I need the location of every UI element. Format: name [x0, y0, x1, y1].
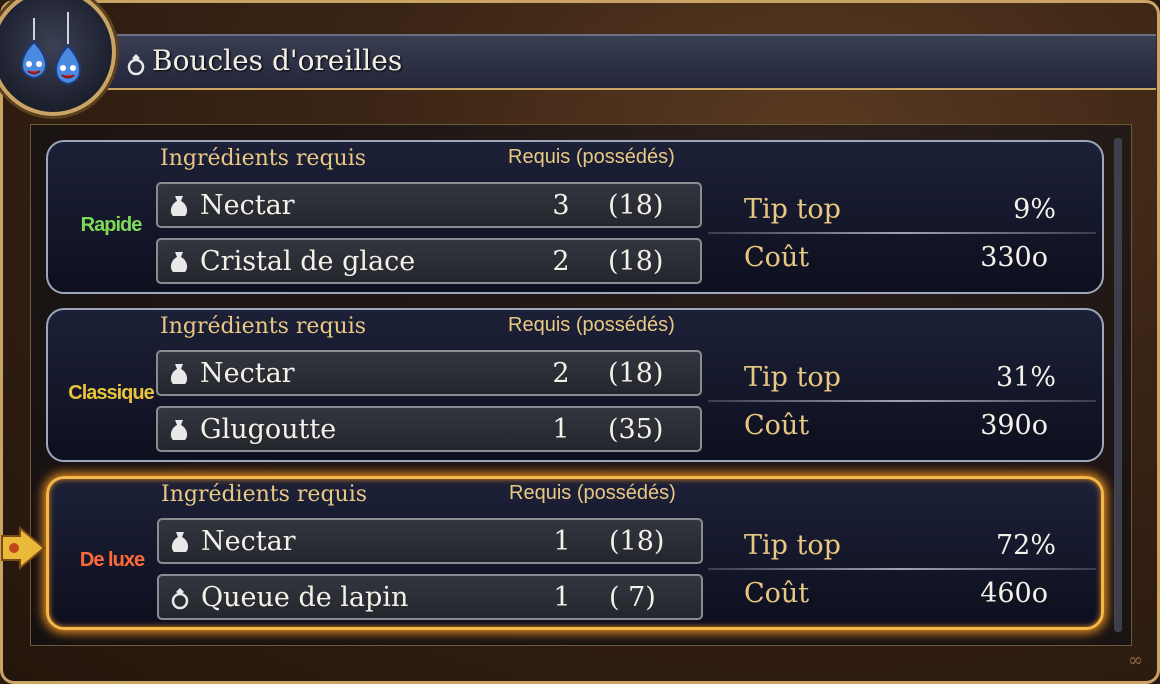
- ingredient-row: Nectar 1 (18): [157, 518, 703, 564]
- recipe-card-de-luxe[interactable]: De luxe Ingrédients requis Requis (possé…: [46, 476, 1104, 630]
- ingredient-row: Glugoutte 1 (35): [156, 406, 702, 452]
- cost-value: 460o: [980, 578, 1048, 609]
- ingredient-owned: (35): [608, 414, 664, 445]
- recipe-card-classique[interactable]: Classique Ingrédients requis Requis (pos…: [46, 308, 1104, 462]
- ingredient-row: Nectar 3 (18): [156, 182, 702, 228]
- ingredient-required: 1: [553, 526, 571, 557]
- ingredient-name: Nectar: [200, 190, 295, 221]
- ingredient-name: Cristal de glace: [200, 246, 416, 277]
- ingredient-row: Cristal de glace 2 (18): [156, 238, 702, 284]
- ingredient-name: Queue de lapin: [201, 582, 409, 613]
- cost-label: Coût: [744, 242, 810, 273]
- slime-earrings-icon: [21, 12, 81, 86]
- ingredient-name: Nectar: [200, 358, 295, 389]
- stat-label: Tip top: [744, 362, 841, 393]
- bag-icon: [170, 364, 188, 384]
- ingredient-required: 1: [553, 582, 571, 613]
- stat-label: Tip top: [744, 530, 841, 561]
- required-header: Requis (possédés): [508, 314, 675, 336]
- cost-value: 390o: [980, 410, 1048, 441]
- ingredient-owned: ( 7): [609, 582, 656, 613]
- tier-label: Classique: [68, 382, 154, 404]
- ingredient-name: Nectar: [201, 526, 296, 557]
- ingredient-required: 2: [552, 358, 570, 389]
- stat-value: 9%: [1013, 194, 1056, 225]
- ingredient-row: Nectar 2 (18): [156, 350, 702, 396]
- ingredient-row: Queue de lapin 1 ( 7): [157, 574, 703, 620]
- divider: [708, 568, 1096, 570]
- ingredients-header: Ingrédients requis: [160, 314, 367, 339]
- ring-icon: [127, 54, 145, 76]
- ingredient-name: Glugoutte: [200, 414, 337, 445]
- bag-icon: [170, 420, 188, 440]
- ingredient-owned: (18): [608, 190, 664, 221]
- selection-pointer-icon: [1, 526, 46, 570]
- recipe-card-rapide[interactable]: Rapide Ingrédients requis Requis (posséd…: [46, 140, 1104, 294]
- stat-label: Tip top: [744, 194, 841, 225]
- scrollbar[interactable]: [1114, 138, 1122, 632]
- ingredient-required: 2: [552, 246, 570, 277]
- cost-label: Coût: [744, 410, 810, 441]
- tier-label: Rapide: [80, 214, 143, 236]
- ingredient-required: 3: [552, 190, 570, 221]
- ingredient-owned: (18): [608, 358, 664, 389]
- ingredient-owned: (18): [609, 526, 665, 557]
- required-header: Requis (possédés): [509, 482, 676, 504]
- bag-icon: [170, 252, 188, 272]
- ingredient-required: 1: [552, 414, 570, 445]
- item-emblem: [0, 0, 116, 116]
- divider: [708, 400, 1096, 402]
- tier-label: De luxe: [79, 549, 145, 571]
- stat-value: 72%: [995, 530, 1056, 561]
- bag-icon: [170, 196, 188, 216]
- page-title: Boucles d'oreilles: [152, 44, 403, 77]
- ring-icon: [171, 588, 189, 610]
- cost-value: 330o: [980, 242, 1048, 273]
- required-header: Requis (possédés): [508, 146, 675, 168]
- swirl-ornament-icon: ∞: [1128, 650, 1143, 671]
- bag-icon: [171, 532, 189, 552]
- cost-label: Coût: [744, 578, 810, 609]
- divider: [708, 232, 1096, 234]
- ingredient-owned: (18): [608, 246, 664, 277]
- ingredients-header: Ingrédients requis: [161, 482, 368, 507]
- stat-value: 31%: [995, 362, 1056, 393]
- ingredients-header: Ingrédients requis: [160, 146, 367, 171]
